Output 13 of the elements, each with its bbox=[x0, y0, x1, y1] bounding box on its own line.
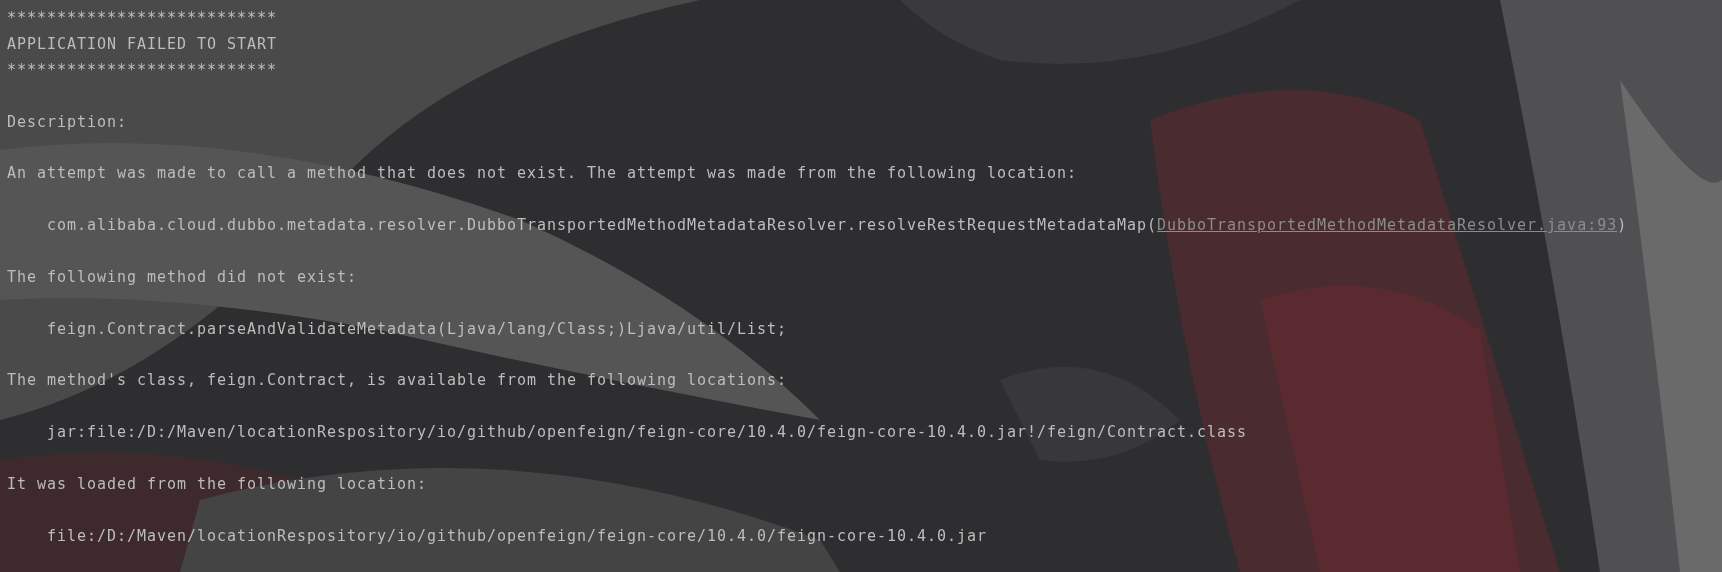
log-line: It was loaded from the following location: bbox=[7, 475, 428, 494]
log-line: Description: bbox=[7, 112, 127, 131]
log-line: *************************** bbox=[7, 60, 278, 79]
source-link[interactable]: DubboTransportedMethodMetadataResolver.java:93 bbox=[1157, 216, 1618, 235]
log-line: feign.Contract.parseAndValidateMetadata(Ljava/lang/Class;)Ljava/util/List; bbox=[47, 319, 788, 338]
log-line: The method's class, feign.Contract, is available from the following locations: bbox=[7, 371, 788, 390]
log-line: APPLICATION FAILED TO START bbox=[7, 34, 278, 53]
log-line: An attempt was made to call a method that does not exist. The attempt was made from the following location: bbox=[7, 164, 1078, 183]
log-line: file:/D:/Maven/locationRespository/io/github/openfeign/feign-core/10.4.0/feign-core-10.4.0.jar bbox=[47, 526, 988, 545]
log-line: *************************** bbox=[7, 9, 278, 27]
log-line: com.alibaba.cloud.dubbo.metadata.resolver.DubboTransportedMethodMetadataResolver.resolveRestRequestMetadataMap(DubboTransportedMethodMetadataResolver.java:93) bbox=[47, 216, 1628, 235]
log-line: The following method did not exist: bbox=[7, 267, 358, 286]
log-line: jar:file:/D:/Maven/locationRespository/io/github/openfeign/feign-core/10.4.0/feign-core-10.4.0.jar!/feign/Contract.class bbox=[47, 423, 1248, 442]
